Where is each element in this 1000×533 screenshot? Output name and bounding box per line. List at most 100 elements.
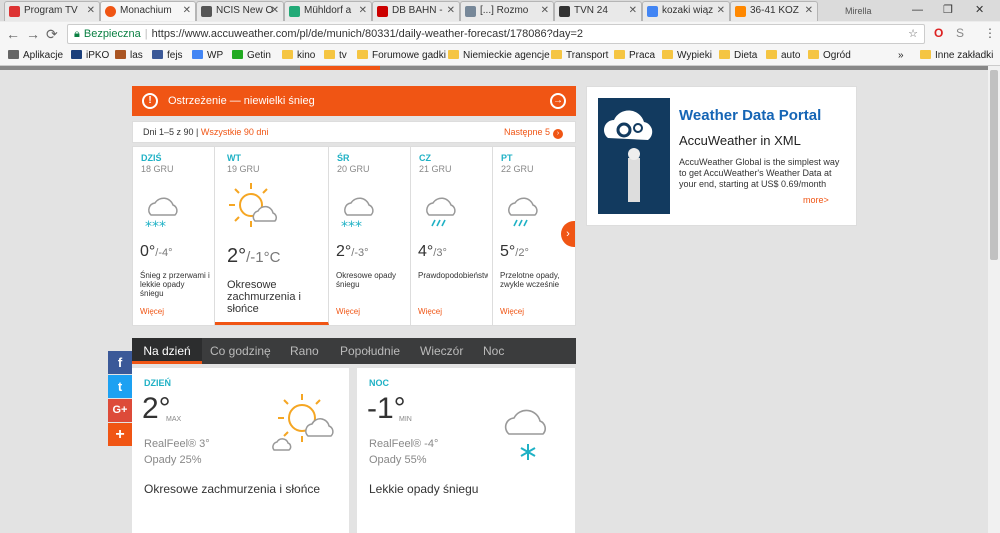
day-card[interactable]: ŚR 20 GRU *** 2°/-3° Okresowe opady śnie…: [329, 147, 411, 325]
bookmarks-overflow[interactable]: »: [898, 46, 904, 66]
reload-icon[interactable]: ⟳: [46, 24, 58, 44]
facebook-icon: [152, 50, 163, 59]
ad-more-link[interactable]: more>: [803, 195, 829, 205]
bookmark-label: Ogród: [823, 50, 851, 61]
close-icon[interactable]: ✕: [87, 2, 95, 20]
folder-icon: [766, 50, 777, 59]
extension-opera-icon[interactable]: O: [934, 25, 943, 41]
tab-daily[interactable]: Na dzień: [132, 338, 202, 364]
bookmark-apps[interactable]: Aplikacje: [8, 46, 63, 66]
arrow-right-icon[interactable]: →: [550, 93, 566, 109]
bookmark-transport[interactable]: Transport: [551, 46, 608, 66]
bookmark-label: Transport: [566, 50, 609, 61]
browser-tab[interactable]: Mühldorf a ✕: [284, 1, 372, 21]
weather-data-portal-ad[interactable]: Weather Data Portal AccuWeather in XML A…: [586, 86, 857, 226]
bookmark-fejs[interactable]: fejs: [152, 46, 183, 66]
tab-morning[interactable]: Rano: [290, 338, 319, 364]
other-bookmarks[interactable]: Inne zakładki: [920, 46, 993, 66]
browser-tab[interactable]: [...] Rozmo ✕: [460, 1, 554, 21]
bookmark-ogrod[interactable]: Ogród: [808, 46, 851, 66]
address-bar[interactable]: 🔒︎ Bezpieczna | https://www.accuweather.com…: [67, 24, 925, 44]
bookmark-label: Inne zakładki: [935, 50, 994, 61]
browser-tab[interactable]: kozaki wiąz ✕: [642, 1, 730, 21]
bookmark-forumowe[interactable]: Forumowe gadki: [357, 46, 446, 66]
temp-low: /-4°: [155, 247, 173, 259]
close-icon[interactable]: ✕: [447, 2, 455, 20]
snow-cloud-icon: ***: [341, 197, 374, 233]
ad-subtitle: AccuWeather in XML: [679, 133, 801, 148]
scrollbar[interactable]: [988, 66, 1000, 533]
day-description: Okresowe opady śniegu: [336, 271, 397, 289]
profile-name[interactable]: Mirella: [845, 6, 872, 16]
day-card[interactable]: DZIŚ 18 GRU *** 0°/-4° Śnieg z przerwami…: [133, 147, 215, 325]
star-icon[interactable]: ☆: [908, 25, 918, 43]
bookmark-dieta[interactable]: Dieta: [719, 46, 757, 66]
bookmark-auto[interactable]: auto: [766, 46, 800, 66]
folder-icon: [448, 50, 459, 59]
close-icon[interactable]: ✕: [629, 2, 637, 20]
getin-icon: [232, 50, 243, 59]
folder-icon: [357, 50, 368, 59]
browser-tab[interactable]: 36-41 KOZ ✕: [730, 1, 818, 21]
menu-icon[interactable]: ⋮: [984, 25, 996, 41]
browser-tab[interactable]: DB BAHN - ✕: [372, 1, 460, 21]
panel-unit: MIN: [399, 416, 412, 423]
weather-warning-banner[interactable]: ! Ostrzeżenie — niewielki śnieg →: [132, 86, 576, 116]
day-name: ŚR: [337, 153, 350, 163]
tab-night[interactable]: Noc: [483, 338, 504, 364]
more-link[interactable]: Więcej: [418, 307, 442, 316]
day-panel: DZIEŃ 2° MAX RealFeel® 3° Opady 25% Okre…: [132, 368, 349, 533]
close-icon[interactable]: ✕: [541, 2, 549, 20]
bookmark-tv[interactable]: tv: [324, 46, 347, 66]
db-favicon-icon: [377, 6, 388, 17]
temp-high: 5°: [500, 243, 516, 260]
tab-hourly[interactable]: Co godzinę: [210, 338, 271, 364]
separator: |: [144, 28, 148, 40]
browser-tab[interactable]: NCIS New O ✕: [196, 1, 284, 21]
more-share-icon[interactable]: +: [108, 423, 132, 446]
browser-tab-active[interactable]: Monachium ✕: [100, 1, 196, 21]
close-icon[interactable]: ✕: [359, 2, 367, 20]
browser-tab[interactable]: TVN 24 ✕: [554, 1, 642, 21]
restore-icon[interactable]: ❐: [943, 0, 953, 20]
twitter-share-icon[interactable]: t: [108, 375, 132, 398]
browser-tab[interactable]: Program TV ✕: [4, 1, 100, 21]
bookmark-wp[interactable]: WP: [192, 46, 223, 66]
more-link[interactable]: Więcej: [500, 307, 524, 316]
daily-forecast-cards: DZIŚ 18 GRU *** 0°/-4° Śnieg z przerwami…: [132, 146, 576, 326]
close-window-icon[interactable]: ✕: [975, 0, 984, 20]
close-icon[interactable]: ✕: [271, 2, 279, 20]
forward-icon[interactable]: →: [26, 24, 40, 44]
bookmark-las[interactable]: las: [115, 46, 143, 66]
bookmark-kino[interactable]: kino: [282, 46, 315, 66]
day-card-selected[interactable]: WT 19 GRU 2°/-1°C Okresowe zachmurzenia …: [215, 147, 329, 325]
bookmark-label: Getin: [247, 50, 271, 61]
bookmark-getin[interactable]: Getin: [232, 46, 271, 66]
bookmark-ipko[interactable]: iPKO: [71, 46, 109, 66]
next-days-link[interactable]: Następne 5 ›: [504, 122, 563, 142]
ad-text: AccuWeather Global is the simplest way t…: [679, 157, 840, 189]
ad-title: Weather Data Portal: [679, 107, 822, 124]
extension-skype-icon[interactable]: S: [956, 25, 964, 41]
active-nav-indicator: [300, 66, 380, 70]
bookmark-praca[interactable]: Praca: [614, 46, 655, 66]
close-icon[interactable]: ✕: [805, 2, 813, 20]
tab-evening[interactable]: Wieczór: [420, 338, 463, 364]
day-card[interactable]: CZ 21 GRU 4°/3° Prawdopodobieństwo deszc…: [411, 147, 493, 325]
facebook-share-icon[interactable]: f: [108, 351, 132, 374]
back-icon[interactable]: ←: [6, 24, 20, 44]
more-link[interactable]: Więcej: [336, 307, 360, 316]
more-link[interactable]: Więcej: [140, 307, 164, 316]
panel-description: Okresowe zachmurzenia i słońce: [144, 482, 321, 496]
google-plus-share-icon[interactable]: G+: [108, 399, 132, 422]
close-icon[interactable]: ✕: [183, 2, 191, 20]
minimize-icon[interactable]: —: [912, 0, 923, 20]
all-days-link[interactable]: Wszystkie 90 dni: [201, 127, 269, 137]
bookmark-niemieckie[interactable]: Niemieckie agencje: [448, 46, 550, 66]
tab-afternoon[interactable]: Popołudnie: [340, 338, 400, 364]
scrollbar-thumb[interactable]: [990, 70, 998, 260]
day-temp: 4°/3°: [418, 243, 447, 261]
close-icon[interactable]: ✕: [717, 2, 725, 20]
chevron-right-icon: ›: [553, 129, 563, 139]
bookmark-wypieki[interactable]: Wypieki: [662, 46, 712, 66]
